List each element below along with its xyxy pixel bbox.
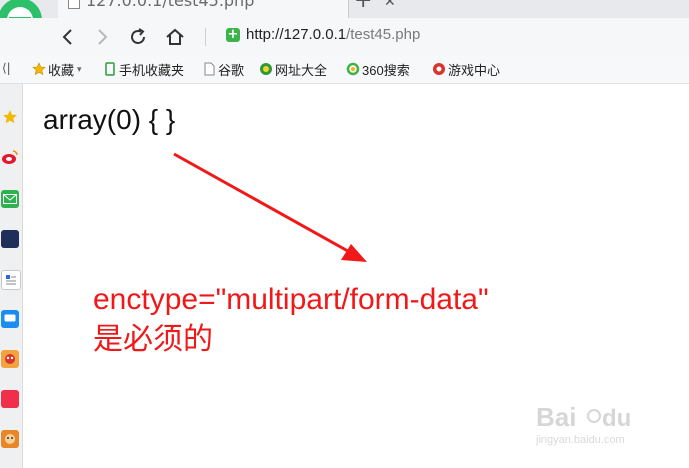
page-icon xyxy=(204,62,215,76)
toolbar-divider xyxy=(205,28,206,46)
bookmark-google[interactable]: 谷歌 xyxy=(202,60,244,78)
favorites-star-icon[interactable] xyxy=(1,108,19,126)
bookmarks-bar: ⟨| 收藏 ▾ 手机收藏夹 谷歌 网址大全 360搜索 游戏中心 xyxy=(0,56,689,84)
game-character-icon[interactable] xyxy=(1,430,19,448)
navigation-toolbar: + http://127.0.0.1/test45.php xyxy=(0,18,689,56)
bookmark-label: 手机收藏夹 xyxy=(119,62,185,78)
url-host: http://127.0.0.1 xyxy=(246,26,347,43)
forward-arrow-icon xyxy=(98,29,108,45)
close-tab-icon[interactable]: ✕ xyxy=(384,0,396,10)
reload-button[interactable] xyxy=(124,23,152,51)
news-app-icon[interactable] xyxy=(1,230,19,248)
annotation-line-1: enctype="multipart/form-data" xyxy=(93,283,489,316)
page-icon xyxy=(68,0,80,9)
chevron-down-icon: ▾ xyxy=(77,63,82,74)
tab-title: 127.0.0.1/test45.php xyxy=(86,0,255,10)
svg-text:Bai: Bai xyxy=(536,402,576,432)
url-path: /test45.php xyxy=(346,26,421,43)
baidu-jingyan-watermark: Bai du jingyan.baidu.com xyxy=(536,402,646,446)
mail-icon[interactable] xyxy=(1,190,19,208)
bookmark-mobile[interactable]: 手机收藏夹 xyxy=(103,60,184,78)
back-arrow-icon xyxy=(62,29,72,45)
game-app-icon[interactable] xyxy=(1,350,19,368)
address-bar[interactable]: http://127.0.0.1/test45.php xyxy=(246,26,420,43)
bookmark-label: 游戏中心 xyxy=(448,62,501,78)
shopping-app-icon[interactable] xyxy=(1,390,19,408)
chat-icon[interactable] xyxy=(1,310,19,328)
tab-strip: 127.0.0.1/test45.php ✕ + xyxy=(0,0,689,18)
search-icon xyxy=(346,62,360,76)
svg-text:du: du xyxy=(602,405,631,432)
sidebar xyxy=(0,84,23,468)
bookmark-label: 360搜索 xyxy=(362,62,410,78)
globe-icon xyxy=(260,63,272,75)
new-tab-button[interactable]: + xyxy=(354,0,372,12)
home-button[interactable] xyxy=(161,23,189,51)
game-icon xyxy=(433,63,445,75)
secure-shield-icon[interactable]: + xyxy=(226,28,240,42)
bookmark-game-center[interactable]: 游戏中心 xyxy=(432,60,500,78)
bookmark-label: 谷歌 xyxy=(218,62,245,78)
annotation-note: enctype="multipart/form-data" 是必须的 xyxy=(93,280,489,360)
forward-button[interactable] xyxy=(88,23,116,51)
bookmark-label: 收藏 xyxy=(48,62,75,78)
sidebar-toggle-icon[interactable]: ⟨| xyxy=(2,61,11,75)
browser-tab[interactable]: 127.0.0.1/test45.php ✕ xyxy=(58,0,396,18)
watermark-url: jingyan.baidu.com xyxy=(536,434,625,446)
reload-icon xyxy=(131,28,145,44)
bookmark-directory[interactable]: 网址大全 xyxy=(259,60,327,78)
annotation-line-2: 是必须的 xyxy=(93,323,213,356)
document-icon[interactable] xyxy=(1,270,21,290)
weibo-icon[interactable] xyxy=(1,148,19,166)
back-button[interactable] xyxy=(54,23,82,51)
phone-icon xyxy=(105,62,115,76)
bookmark-360-search[interactable]: 360搜索 xyxy=(346,60,410,78)
baidu-logo-icon: Bai du xyxy=(536,402,631,432)
bookmark-favorites[interactable]: 收藏 ▾ xyxy=(32,60,82,78)
home-icon xyxy=(166,28,184,45)
bookmark-label: 网址大全 xyxy=(275,62,328,78)
star-icon xyxy=(32,62,46,76)
